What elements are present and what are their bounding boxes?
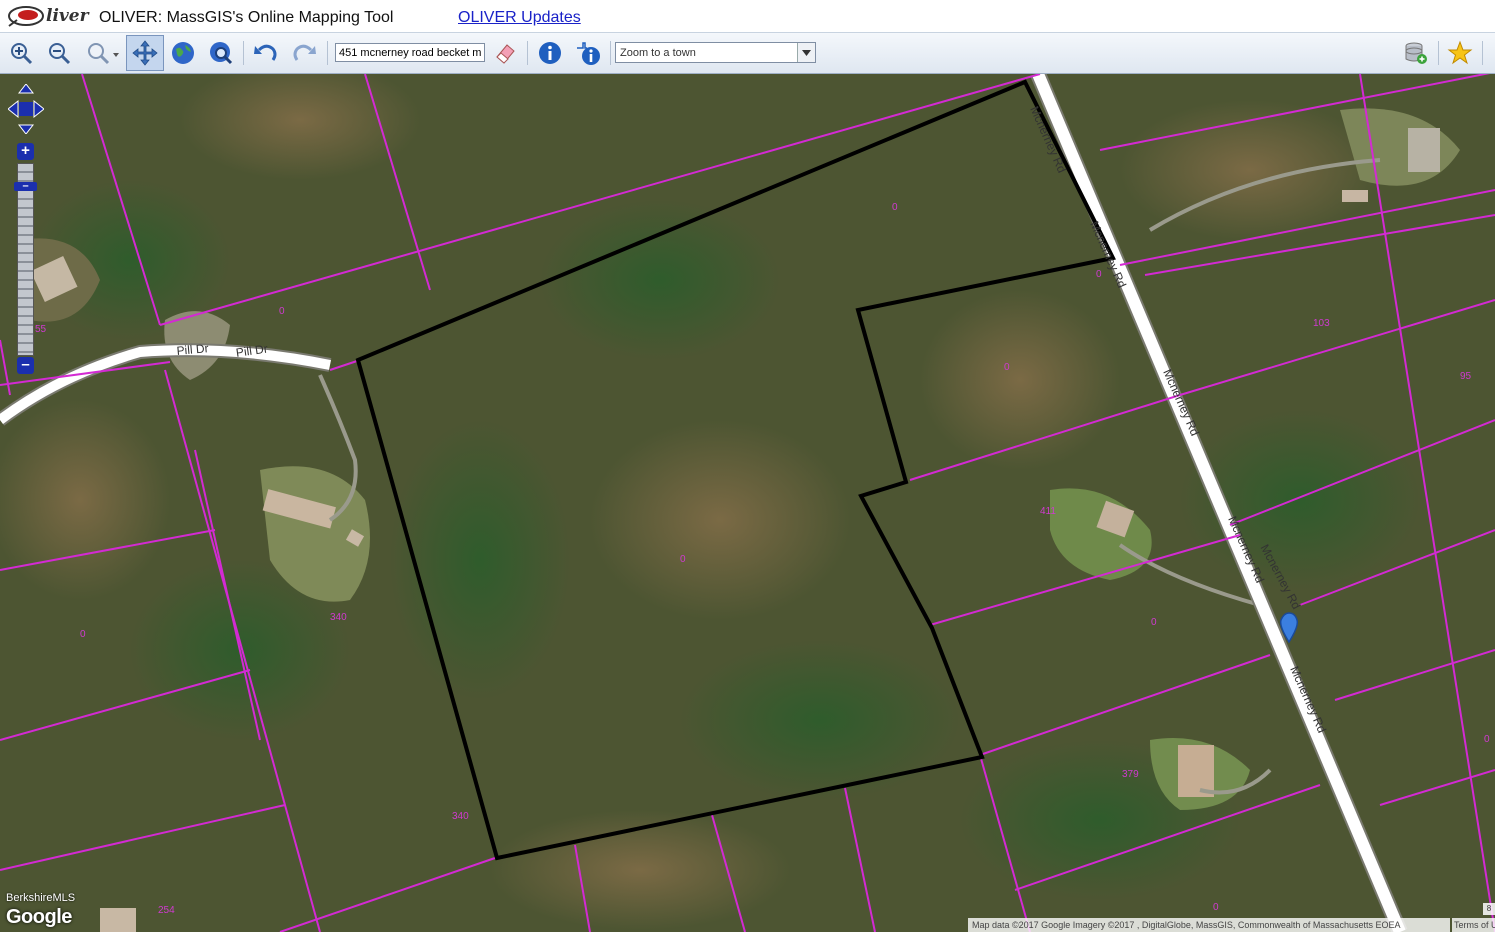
parcel-label: 0 — [1213, 902, 1219, 913]
map-canvas[interactable] — [0, 74, 1495, 932]
parcel-label: 95 — [1460, 371, 1472, 382]
oliver-logo: liver — [6, 4, 89, 28]
eraser-icon — [496, 44, 515, 64]
toolbar-separator — [1482, 41, 1483, 65]
zoom-slider-handle[interactable]: – — [14, 180, 37, 192]
map-attribution: Map data ©2017 Google Imagery ©2017 , Di… — [968, 918, 1450, 932]
database-add-icon — [1405, 42, 1427, 64]
toolbar-separator — [1438, 41, 1439, 65]
full-extent-button[interactable] — [168, 38, 198, 68]
parcel-label: 0 — [1151, 617, 1157, 628]
parcel-label: 0 — [892, 202, 898, 213]
source-label: BerkshireMLS — [6, 892, 76, 904]
magnifier-minus-icon — [49, 43, 71, 65]
pan-arrows-icon — [132, 40, 158, 66]
zoom-box-button[interactable] — [83, 38, 123, 68]
magnifier-dropdown-icon — [88, 43, 119, 65]
minus-icon: – — [22, 180, 29, 192]
info-icon — [539, 42, 561, 64]
parcel-label: 411 — [1040, 506, 1056, 517]
app-title: OLIVER: MassGIS's Online Mapping Tool — [99, 9, 394, 26]
parcel-label: 103 — [1313, 318, 1330, 329]
info-layer-icon — [577, 42, 600, 65]
parcel-label: 0 — [1096, 269, 1102, 280]
zoom-in-button[interactable] — [6, 38, 36, 68]
pan-button[interactable] — [126, 35, 164, 71]
logo-text: liver — [46, 6, 89, 26]
parcel-label: 254 — [158, 905, 175, 916]
parcel-label: 340 — [452, 811, 469, 822]
add-data-button[interactable] — [1401, 38, 1431, 68]
chevron-down-icon[interactable] — [797, 43, 815, 62]
logo-globe-icon — [8, 6, 44, 27]
zoom-previous-button[interactable] — [206, 38, 236, 68]
identify-button[interactable] — [535, 38, 565, 68]
zoom-in-control[interactable]: + — [17, 143, 34, 160]
parcel-label: 0 — [680, 554, 686, 565]
toolbar-separator — [327, 41, 328, 65]
map-view[interactable]: 0 0 0 0 0 0 0 0 0 55 103 95 340 340 411 … — [0, 74, 1495, 932]
zoom-out-button[interactable] — [44, 38, 74, 68]
undo-icon — [254, 44, 277, 61]
globe-icon — [172, 42, 194, 64]
pan-control[interactable] — [7, 83, 45, 135]
plus-icon: + — [21, 142, 30, 159]
title-bar: liver OLIVER: MassGIS's Online Mapping T… — [0, 0, 1495, 33]
parcel-label: 379 — [1122, 769, 1139, 780]
oliver-updates-link[interactable]: OLIVER Updates — [458, 9, 581, 27]
bookmarks-button[interactable] — [1445, 38, 1475, 68]
redo-button[interactable] — [289, 38, 319, 68]
toolbar: Zoom to a town — [0, 33, 1495, 74]
parcel-label: 0 — [279, 306, 285, 317]
undo-button[interactable] — [251, 38, 281, 68]
parcel-label: 340 — [330, 612, 347, 623]
parcel-label: 0 — [1004, 362, 1010, 373]
scale-indicator: 8 — [1483, 903, 1495, 915]
search-input[interactable] — [335, 43, 485, 62]
parcel-label: 0 — [80, 629, 86, 640]
zoom-out-control[interactable]: – — [17, 357, 34, 374]
globe-magnify-icon — [210, 42, 233, 65]
parcel-label: 55 — [35, 324, 47, 335]
toolbar-separator — [243, 41, 244, 65]
parcel-label: 0 — [1484, 734, 1490, 745]
town-select[interactable]: Zoom to a town — [615, 42, 816, 63]
identify-layer-button[interactable] — [573, 38, 603, 68]
terms-of-use-link[interactable]: Terms of Use — [1452, 918, 1495, 932]
pan-arrows-icon — [7, 83, 45, 135]
magnifier-plus-icon — [11, 43, 33, 65]
town-select-value: Zoom to a town — [620, 47, 696, 59]
minus-icon: – — [21, 356, 30, 373]
toolbar-separator — [610, 41, 611, 65]
road-label: Pill Dr — [176, 341, 210, 358]
toolbar-separator — [527, 41, 528, 65]
redo-icon — [293, 44, 316, 61]
google-logo[interactable]: Google — [6, 906, 72, 929]
clear-button[interactable] — [490, 38, 520, 68]
star-icon — [1447, 40, 1473, 65]
